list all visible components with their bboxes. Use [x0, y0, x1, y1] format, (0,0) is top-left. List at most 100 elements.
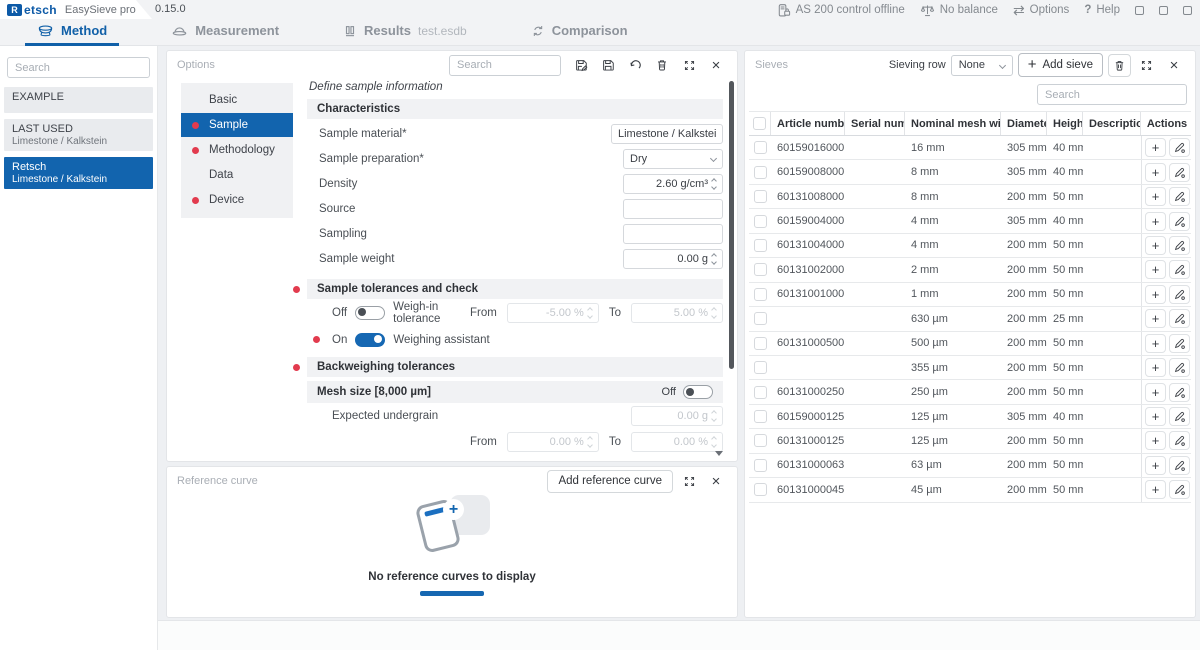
edit-sieve-button[interactable] [1169, 407, 1190, 426]
weigh-in-tolerance-toggle[interactable] [355, 306, 385, 320]
method-search-input[interactable] [7, 57, 150, 78]
device-status[interactable]: AS 200 control offline [776, 3, 905, 18]
edit-sieve-button[interactable] [1169, 334, 1190, 353]
row-checkbox[interactable] [754, 141, 767, 154]
row-checkbox[interactable] [754, 215, 767, 228]
stepper-arrows[interactable] [712, 437, 716, 447]
edit-sieve-button[interactable] [1169, 431, 1190, 450]
edit-sieve-button[interactable] [1169, 187, 1190, 206]
add-sieve-to-row-button[interactable]: + [1145, 163, 1166, 182]
add-sieve-to-row-button[interactable]: + [1145, 285, 1166, 304]
close-options-button[interactable]: × [705, 54, 727, 76]
sieving-row-select[interactable]: None [951, 55, 1013, 76]
add-reference-curve-button[interactable]: Add reference curve [547, 470, 673, 493]
edit-sieve-button[interactable] [1169, 138, 1190, 157]
options-nav-sample[interactable]: Sample [181, 113, 293, 137]
edit-sieve-button[interactable] [1169, 383, 1190, 402]
window-minimize-button[interactable] [1135, 6, 1144, 15]
window-close-button[interactable] [1183, 6, 1192, 15]
row-checkbox[interactable] [754, 239, 767, 252]
sieves-search-input[interactable] [1037, 84, 1187, 105]
method-group-example[interactable]: EXAMPLE [4, 87, 153, 113]
row-checkbox[interactable] [754, 263, 767, 276]
density-input[interactable]: 2.60 g/cm³ [623, 174, 723, 194]
add-sieve-to-row-button[interactable]: + [1145, 138, 1166, 157]
stepper-arrows[interactable] [712, 411, 716, 421]
expand-sieves-button[interactable] [1136, 54, 1158, 76]
delete-sieve-button[interactable] [1108, 54, 1131, 77]
options-scrollbar[interactable] [729, 81, 734, 369]
edit-sieve-button[interactable] [1169, 236, 1190, 255]
row-checkbox[interactable] [754, 288, 767, 301]
edit-sieve-button[interactable] [1169, 212, 1190, 231]
sample-preparation-select[interactable]: Dry [623, 149, 723, 169]
add-sieve-to-row-button[interactable]: + [1145, 383, 1166, 402]
balance-status[interactable]: No balance [920, 3, 998, 18]
method-item-retsch-selected[interactable]: Retsch Limestone / Kalkstein [4, 157, 153, 189]
weighing-assistant-toggle[interactable] [355, 333, 385, 347]
add-sieve-to-row-button[interactable]: + [1145, 431, 1166, 450]
close-reference-button[interactable]: × [705, 470, 727, 492]
row-checkbox[interactable] [754, 386, 767, 399]
save-as-button[interactable] [570, 54, 592, 76]
options-nav-methodology[interactable]: Methodology [181, 138, 293, 162]
row-checkbox[interactable] [754, 337, 767, 350]
options-nav-data[interactable]: Data [181, 163, 293, 187]
backweighing-to-input[interactable]: 0.00 % [631, 432, 723, 452]
close-sieves-button[interactable]: × [1163, 54, 1185, 76]
expand-reference-button[interactable] [678, 470, 700, 492]
tab-measurement[interactable]: Measurement [159, 21, 291, 45]
edit-sieve-button[interactable] [1169, 358, 1190, 377]
edit-sieve-button[interactable] [1169, 309, 1190, 328]
undo-button[interactable] [624, 54, 646, 76]
window-maximize-button[interactable] [1159, 6, 1168, 15]
row-checkbox[interactable] [754, 361, 767, 374]
add-sieve-to-row-button[interactable]: + [1145, 358, 1166, 377]
add-sieve-to-row-button[interactable]: + [1145, 407, 1166, 426]
options-nav-device[interactable]: Device [181, 188, 293, 212]
stepper-arrows[interactable] [712, 254, 716, 264]
stepper-arrows[interactable] [712, 308, 716, 318]
sample-weight-input[interactable]: 0.00 g [623, 249, 723, 269]
row-checkbox[interactable] [754, 166, 767, 179]
add-sieve-to-row-button[interactable]: + [1145, 187, 1166, 206]
options-search-input[interactable] [449, 55, 561, 76]
stepper-arrows[interactable] [712, 179, 716, 189]
tab-method[interactable]: Method [25, 21, 119, 45]
help-menu[interactable]: ? Help [1084, 4, 1120, 16]
edit-sieve-button[interactable] [1169, 480, 1190, 499]
row-checkbox[interactable] [754, 459, 767, 472]
row-checkbox[interactable] [754, 483, 767, 496]
edit-sieve-button[interactable] [1169, 260, 1190, 279]
options-nav-basic[interactable]: Basic [181, 88, 293, 112]
expand-options-button[interactable] [678, 54, 700, 76]
add-sieve-to-row-button[interactable]: + [1145, 456, 1166, 475]
weigh-in-from-input[interactable]: -5.00 % [507, 303, 599, 323]
row-checkbox[interactable] [754, 312, 767, 325]
options-menu[interactable]: ⇄ Options [1013, 3, 1069, 17]
select-all-checkbox[interactable] [753, 117, 766, 130]
add-sieve-to-row-button[interactable]: + [1145, 236, 1166, 255]
tab-comparison[interactable]: Comparison [519, 21, 640, 45]
sampling-input[interactable] [623, 224, 723, 244]
expected-undergrain-input[interactable]: 0.00 g [631, 406, 723, 426]
edit-sieve-button[interactable] [1169, 285, 1190, 304]
edit-sieve-button[interactable] [1169, 163, 1190, 182]
backweighing-from-input[interactable]: 0.00 % [507, 432, 599, 452]
mesh-size-toggle[interactable] [683, 385, 713, 399]
scroll-down-indicator[interactable] [715, 451, 723, 456]
sample-material-input[interactable]: Limestone / Kalkstein [611, 124, 723, 144]
save-button[interactable] [597, 54, 619, 76]
add-sieve-to-row-button[interactable]: + [1145, 334, 1166, 353]
method-group-last-used[interactable]: LAST USED Limestone / Kalkstein [4, 119, 153, 151]
source-input[interactable] [623, 199, 723, 219]
row-checkbox[interactable] [754, 190, 767, 203]
stepper-arrows[interactable] [588, 437, 592, 447]
add-sieve-to-row-button[interactable]: + [1145, 480, 1166, 499]
add-sieve-to-row-button[interactable]: + [1145, 309, 1166, 328]
edit-sieve-button[interactable] [1169, 456, 1190, 475]
add-sieve-to-row-button[interactable]: + [1145, 212, 1166, 231]
add-sieve-to-row-button[interactable]: + [1145, 260, 1166, 279]
add-sieve-button[interactable]: + Add sieve [1018, 53, 1103, 77]
tab-results[interactable]: Results test.esdb [331, 21, 479, 45]
